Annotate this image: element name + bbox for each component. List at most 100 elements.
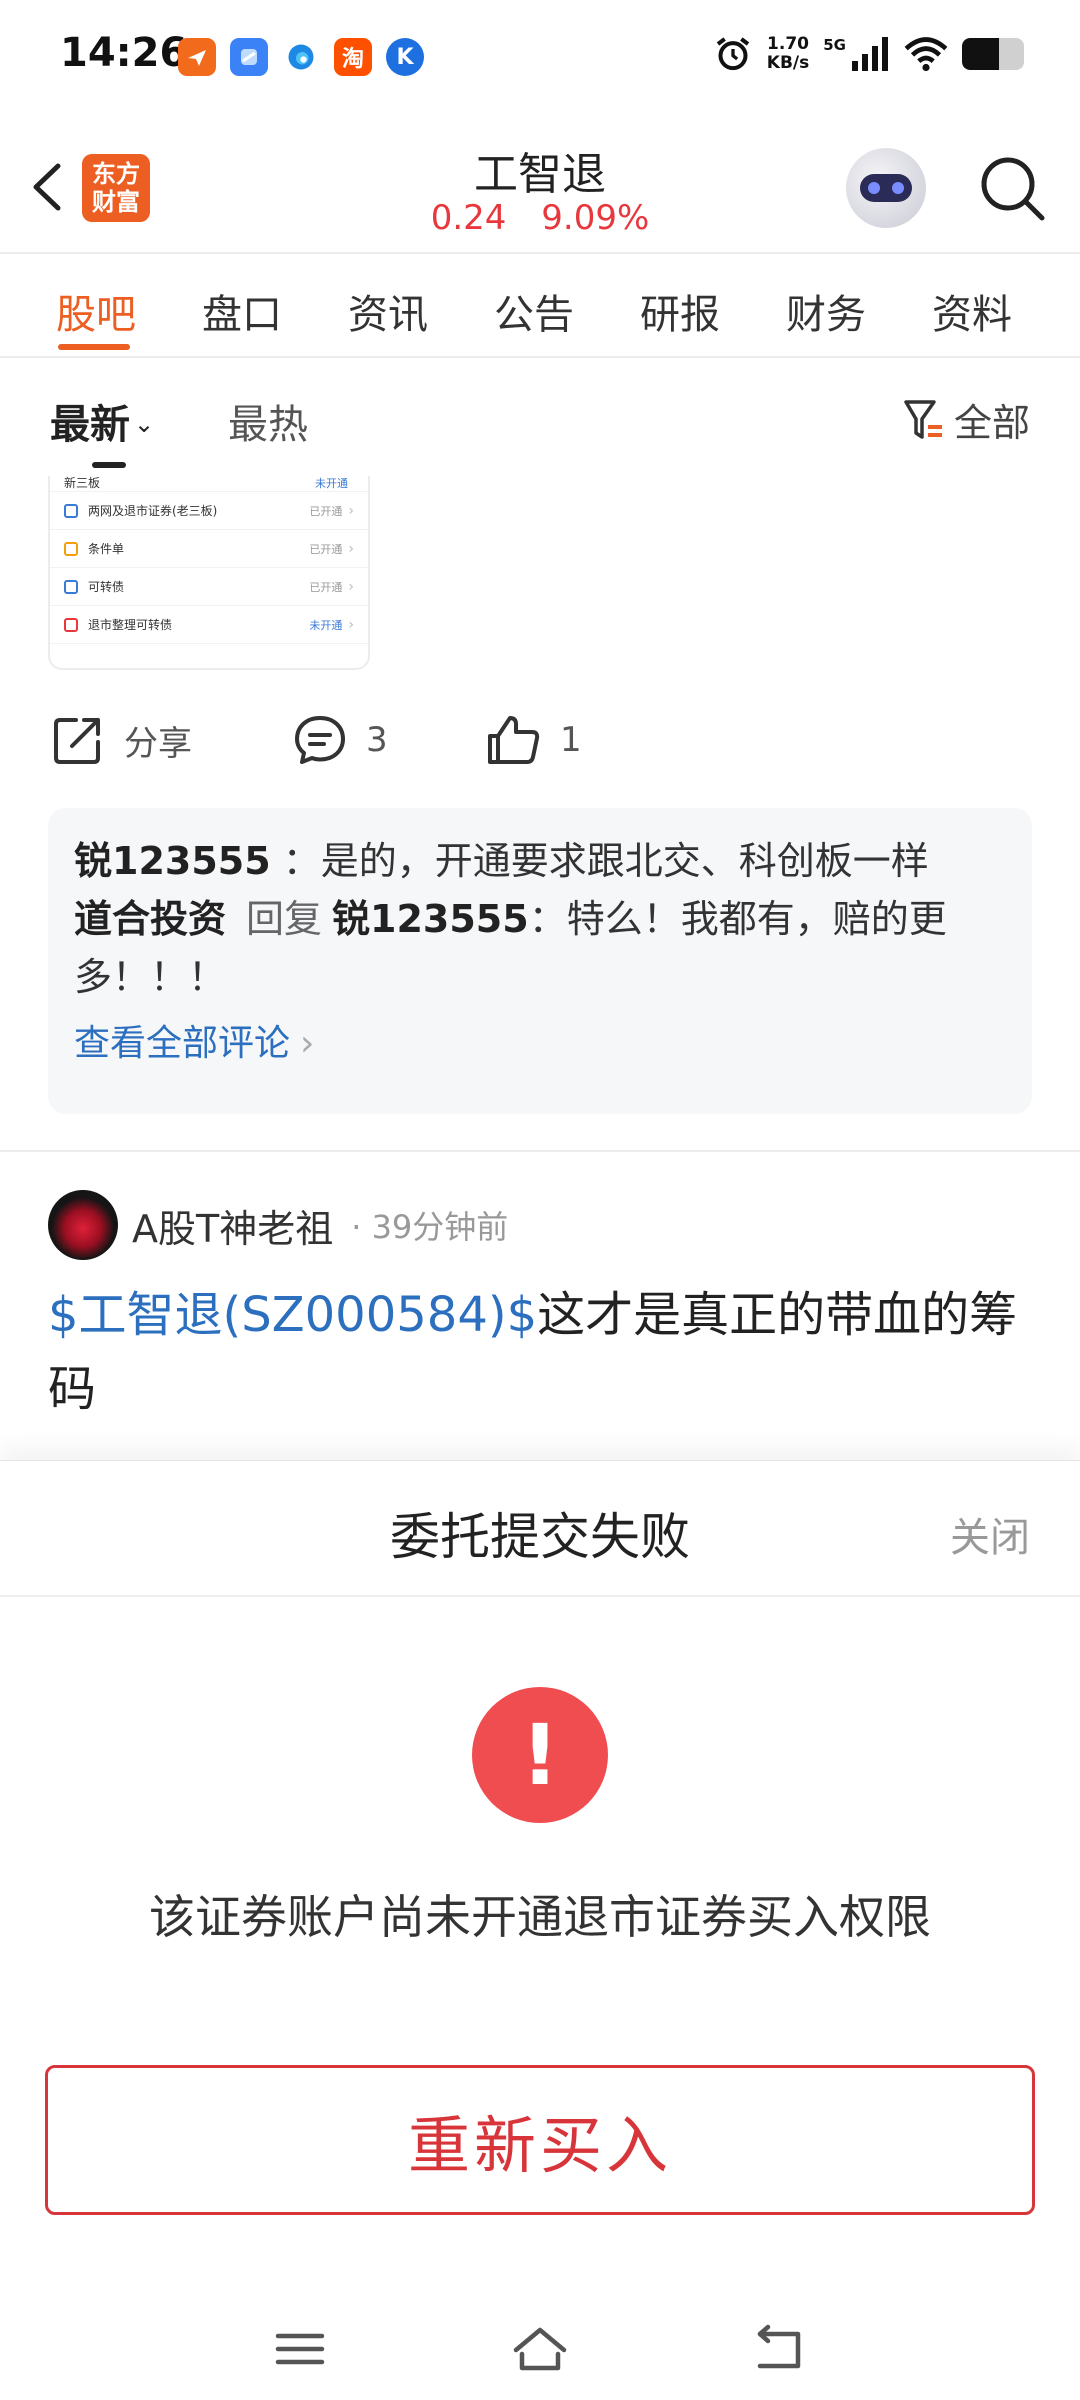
like-button[interactable]: 1: [484, 712, 582, 768]
comment-button[interactable]: 3: [292, 712, 388, 768]
home-icon[interactable]: [510, 2324, 570, 2374]
share-icon: [54, 718, 100, 764]
order-failed-sheet: 委托提交失败 关闭 ! 该证券账户尚未开通退市证券买入权限 重新买入: [0, 1460, 1080, 2400]
system-nav-bar: [0, 2300, 1080, 2400]
permission-status: 已开通: [309, 542, 343, 556]
tab-research[interactable]: 研报: [640, 282, 720, 340]
permission-name: 两网及退市证券(老三板): [88, 504, 218, 518]
post-content[interactable]: $工智退(SZ000584)$这才是真正的带血的筹码: [48, 1278, 1038, 1426]
post-divider: [0, 1150, 1080, 1152]
reply-label: 回复: [246, 897, 323, 941]
list-item: 条件单 已开通 ›: [50, 530, 368, 568]
comment-icon: [295, 716, 345, 764]
chevron-right-icon: ›: [300, 1023, 315, 1064]
filter-icon: [904, 399, 942, 439]
status-indicators: 1.70 KB/s 5G: [713, 34, 1024, 74]
network-type: 5G: [823, 36, 846, 54]
active-tab-indicator: [58, 344, 130, 350]
stock-price: 0.24: [430, 198, 507, 238]
reply-target-username[interactable]: 锐123555: [332, 897, 529, 941]
list-item: 两网及退市证券(老三板) 已开通 ›: [50, 492, 368, 530]
network-speed: 1.70 KB/s: [767, 35, 809, 73]
tab-guba[interactable]: 股吧: [56, 282, 136, 340]
author-name[interactable]: A股T神老祖: [132, 1198, 333, 1253]
comment-item: 道合投资 回复 锐123555：特么！我都有，赔的更多！！！: [74, 890, 1006, 1006]
permission-status: 未开通: [315, 477, 348, 490]
share-button[interactable]: 分享: [50, 712, 192, 768]
chevron-right-icon: ›: [348, 502, 354, 519]
stock-tabs: 股吧 盘口 资讯 公告 研报 财务 资料: [0, 254, 1080, 358]
list-item: 退市整理可转债 未开通 ›: [50, 606, 368, 644]
sort-bar: 最新 ⌄ 最热 全部: [0, 360, 1080, 470]
comment-count: 3: [366, 720, 388, 760]
close-button[interactable]: 关闭: [950, 1505, 1030, 1563]
view-all-comments-label: 查看全部评论: [74, 1023, 291, 1064]
avatar[interactable]: [48, 1190, 118, 1260]
taobao-app-icon: 淘: [334, 38, 372, 76]
alarm-icon: [716, 37, 749, 71]
permission-name: 条件单: [88, 542, 125, 556]
browser-app-icon: [230, 38, 268, 76]
list-item: 可转债 已开通 ›: [50, 568, 368, 606]
comment-text: ：是的，开通要求跟北交、科创板一样: [282, 839, 929, 883]
back-nav-icon[interactable]: [750, 2324, 810, 2374]
wifi-icon: [904, 37, 948, 72]
like-count: 1: [560, 720, 582, 760]
battery-icon: [962, 38, 1024, 70]
bond-icon: [64, 579, 78, 594]
chevron-right-icon: ›: [348, 616, 354, 633]
chevron-right-icon: ›: [348, 578, 354, 595]
chevron-right-icon: ›: [348, 540, 354, 557]
permission-status: 已开通: [309, 504, 343, 518]
status-time: 14:26: [60, 30, 188, 76]
sort-hot[interactable]: 最热: [228, 392, 308, 450]
k-app-icon: K: [386, 38, 424, 76]
sheet-title: 委托提交失败: [390, 1508, 690, 1566]
chevron-down-icon: ⌄: [134, 410, 155, 438]
tab-announcements[interactable]: 公告: [494, 282, 574, 340]
comment-item: 锐123555 ：是的，开通要求跟北交、科创板一样: [74, 832, 1006, 890]
network-speed-value: 1.70: [767, 34, 809, 54]
cell-signal-icon: [852, 37, 888, 71]
comment-username[interactable]: 道合投资: [74, 897, 226, 941]
tab-profile[interactable]: 资料: [932, 282, 1012, 340]
menu-icon[interactable]: [270, 2324, 330, 2374]
post-time: · 39分钟前: [351, 1208, 509, 1246]
network-speed-unit: KB/s: [766, 53, 810, 73]
edge-browser-icon: [282, 38, 320, 76]
stock-link[interactable]: $工智退(SZ000584)$: [48, 1287, 537, 1343]
permission-name: 新三板: [64, 476, 101, 490]
bond-icon: [64, 617, 78, 632]
share-label: 分享: [124, 723, 192, 764]
post-image[interactable]: 新三板 未开通 两网及退市证券(老三板) 已开通 › 条件单 已开通 › 可转债…: [48, 476, 370, 670]
assistant-robot-icon[interactable]: [846, 148, 926, 228]
rebuy-button[interactable]: 重新买入: [45, 2065, 1035, 2215]
permission-status: 已开通: [309, 580, 343, 594]
comments-preview[interactable]: 锐123555 ：是的，开通要求跟北交、科创板一样 道合投资 回复 锐123555：…: [48, 808, 1032, 1114]
stock-change-pct: 9.09%: [541, 198, 650, 238]
status-bar: 14:26 淘 K 1.70 KB/s 5G: [0, 0, 1080, 116]
filter-label: 全部: [953, 401, 1030, 445]
notification-app-icons: 淘 K: [178, 38, 424, 76]
tab-news[interactable]: 资讯: [348, 282, 428, 340]
flight-app-icon: [178, 38, 216, 76]
post-actions: 分享 3 1: [0, 700, 1080, 780]
list-item: 新三板 未开通: [50, 476, 368, 492]
sort-active-indicator: [92, 462, 126, 468]
view-all-comments-link[interactable]: 查看全部评论 ›: [74, 1014, 1006, 1066]
permission-name: 可转债: [88, 580, 125, 594]
post-author-row[interactable]: A股T神老祖 · 39分钟前: [48, 1190, 508, 1260]
comment-username[interactable]: 锐123555: [74, 839, 271, 883]
permission-name: 退市整理可转债: [88, 618, 173, 632]
sort-latest-label: 最新: [50, 402, 130, 448]
sheet-divider: [0, 1595, 1080, 1597]
document-icon: [64, 503, 78, 518]
sort-latest[interactable]: 最新 ⌄: [50, 392, 154, 450]
error-message: 该证券账户尚未开通退市证券买入权限: [149, 1890, 931, 1944]
tab-finance[interactable]: 财务: [786, 282, 866, 340]
stock-header: 东方 财富 工智退 0.24 9.09%: [0, 116, 1080, 254]
tab-pankou[interactable]: 盘口: [202, 282, 282, 340]
filter-button[interactable]: 全部: [902, 392, 1030, 447]
permission-status: 未开通: [309, 618, 343, 632]
search-icon[interactable]: [976, 152, 1048, 224]
